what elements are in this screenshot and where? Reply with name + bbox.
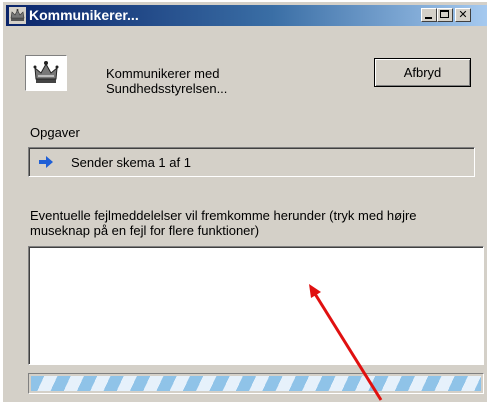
maximize-button[interactable] (437, 8, 453, 22)
cancel-button[interactable]: Afbryd (374, 58, 471, 87)
window-title: Kommunikerer... (29, 7, 139, 23)
progress-bar (28, 373, 484, 394)
crown-logo-icon (25, 55, 67, 91)
minimize-button[interactable] (421, 8, 437, 22)
error-info-text: Eventuelle fejlmeddelelser vil fremkomme… (30, 208, 417, 238)
dialog-window: Kommunikerer... ✕ Kommunikerer med Sundh… (3, 2, 487, 402)
crown-icon (9, 7, 26, 24)
task-item: Sender skema 1 af 1 (71, 155, 191, 170)
status-text-line-1: Kommunikerer med (106, 66, 220, 81)
close-button[interactable]: ✕ (455, 8, 471, 22)
progress-fill (31, 376, 481, 391)
error-message-list[interactable] (28, 246, 484, 365)
close-icon: ✕ (458, 8, 468, 21)
arrow-right-icon (38, 155, 54, 169)
task-list: Sender skema 1 af 1 (28, 147, 475, 177)
tasks-label: Opgaver (30, 125, 80, 140)
minimize-icon (425, 17, 432, 19)
status-text-line-2: Sundhedsstyrelsen... (106, 81, 228, 96)
title-bar[interactable]: Kommunikerer... ✕ (6, 5, 487, 26)
maximize-icon (440, 10, 449, 18)
